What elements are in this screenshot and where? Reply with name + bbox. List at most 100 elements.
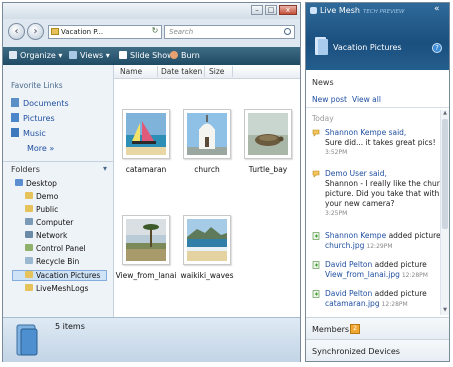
feed-message: David Pelton added picture bbox=[325, 260, 427, 269]
search-placeholder: Search bbox=[169, 28, 194, 36]
tree-item-recycle-bin[interactable]: Recycle Bin bbox=[25, 257, 79, 268]
fav-link-pictures[interactable]: Pictures bbox=[11, 113, 55, 124]
maximize-button[interactable]: □ bbox=[265, 5, 277, 15]
feed-file-row: View_from_lanai.jpg 12:28PM bbox=[325, 270, 428, 279]
tree-item-public[interactable]: Public bbox=[25, 205, 58, 216]
members-section[interactable]: Members 2 bbox=[306, 317, 449, 339]
tree-item-network[interactable]: Network bbox=[25, 231, 67, 242]
folder-icon bbox=[314, 36, 329, 56]
views-button[interactable]: Views ▾ bbox=[69, 50, 110, 62]
column-divider[interactable] bbox=[232, 66, 233, 77]
forward-button[interactable]: › bbox=[27, 23, 44, 40]
feed-author[interactable]: Demo User said, bbox=[325, 169, 387, 178]
file-label-view-from-lanai[interactable]: View_from_lanai bbox=[111, 271, 181, 280]
folder-icon bbox=[25, 284, 33, 291]
file-label-catamaran[interactable]: catamaran bbox=[111, 165, 181, 174]
file-added-icon bbox=[312, 232, 320, 240]
file-thumbnail-view-from-lanai[interactable] bbox=[122, 215, 170, 265]
new-post-link[interactable]: New post bbox=[312, 95, 347, 104]
feed-author[interactable]: Shannon Kempe said, bbox=[325, 128, 406, 137]
tree-item-computer[interactable]: Computer bbox=[25, 218, 73, 229]
help-icon[interactable]: ? bbox=[432, 43, 442, 53]
live-mesh-folder-name: Vacation Pictures bbox=[333, 43, 402, 52]
organize-button[interactable]: Organize ▾ bbox=[9, 50, 62, 62]
synchronized-devices-section[interactable]: Synchronized Devices bbox=[306, 339, 449, 361]
column-header-name[interactable]: Name bbox=[120, 67, 142, 76]
recycle-bin-icon bbox=[25, 257, 33, 264]
chevron-down-icon[interactable]: ▾ bbox=[103, 164, 107, 173]
file-thumbnail-church[interactable] bbox=[183, 109, 231, 159]
scroll-down-icon[interactable]: ▼ bbox=[441, 307, 449, 314]
item-count-text: 5 items bbox=[55, 322, 85, 331]
column-header-date-taken[interactable]: Date taken bbox=[161, 67, 202, 76]
fav-link-music[interactable]: Music bbox=[11, 128, 46, 139]
refresh-icon[interactable]: ↻ bbox=[150, 26, 160, 36]
tree-item-desktop[interactable]: Desktop bbox=[15, 179, 57, 190]
comment-icon bbox=[312, 129, 320, 137]
live-mesh-panel: Live Mesh TECH PREVIEW « Vacation Picture… bbox=[305, 2, 450, 362]
user-folder-icon bbox=[25, 192, 33, 199]
scroll-up-icon[interactable]: ▲ bbox=[441, 110, 449, 117]
folders-header[interactable]: Folders ▾ bbox=[3, 161, 113, 176]
burn-button[interactable]: Burn bbox=[170, 50, 200, 62]
photo-church bbox=[187, 113, 227, 155]
folder-icon bbox=[25, 205, 33, 212]
tree-item-control-panel[interactable]: Control Panel bbox=[25, 244, 86, 255]
news-feed: Today Shannon Kempe said, Sure did... it… bbox=[306, 108, 449, 314]
members-count-badge: 2 bbox=[350, 324, 360, 334]
tree-item-livemeshlogs[interactable]: LiveMeshLogs bbox=[25, 284, 88, 295]
command-toolbar: Organize ▾ Views ▾ Slide Show Burn bbox=[3, 47, 300, 65]
feed-message: Shannon Kempe added picture bbox=[325, 231, 441, 240]
feed-file-link[interactable]: church.jpg bbox=[325, 241, 364, 250]
feed-file-row: catamaran.jpg 12:28PM bbox=[325, 299, 408, 308]
minimize-button[interactable]: – bbox=[251, 5, 263, 15]
close-button[interactable]: x bbox=[279, 5, 297, 15]
feed-timestamp: 12:28PM bbox=[401, 272, 428, 279]
feed-file-link[interactable]: View_from_lanai.jpg bbox=[325, 270, 400, 279]
views-icon bbox=[69, 51, 77, 59]
synchronized-devices-label: Synchronized Devices bbox=[312, 347, 400, 356]
live-mesh-header: Live Mesh TECH PREVIEW « Vacation Picture… bbox=[306, 3, 449, 70]
feed-timestamp: 12:28PM bbox=[381, 301, 408, 308]
feed-author[interactable]: David Pelton bbox=[325, 260, 372, 269]
desktop-icon bbox=[15, 179, 23, 186]
view-all-link[interactable]: View all bbox=[352, 95, 381, 104]
scrollbar-thumb[interactable] bbox=[442, 119, 448, 229]
file-label-church[interactable]: church bbox=[172, 165, 242, 174]
feed-author[interactable]: David Pelton bbox=[325, 289, 372, 298]
address-bar[interactable]: Vacation P... bbox=[48, 25, 162, 39]
title-bar[interactable]: – □ x bbox=[3, 3, 300, 19]
column-header-size[interactable]: Size bbox=[209, 67, 224, 76]
file-label-waikiki-waves[interactable]: waikiki_waves bbox=[172, 271, 242, 280]
search-icon[interactable] bbox=[284, 28, 291, 35]
slideshow-button[interactable]: Slide Show bbox=[119, 50, 174, 62]
file-thumbnail-turtle-bay[interactable] bbox=[244, 109, 292, 159]
navigation-pane: Favorite Links Documents Pictures Music … bbox=[3, 65, 114, 317]
explorer-window: – □ x ‹ › Vacation P... ↻ Search Organiz… bbox=[2, 2, 301, 362]
photo-waikiki-waves bbox=[187, 219, 227, 261]
feed-message: David Pelton added picture bbox=[325, 289, 427, 298]
tree-item-demo[interactable]: Demo bbox=[25, 192, 58, 203]
folder-icon bbox=[25, 271, 33, 278]
feed-file-row: church.jpg 12:29PM bbox=[325, 241, 393, 250]
folder-icon bbox=[15, 323, 39, 357]
column-divider[interactable] bbox=[204, 66, 205, 77]
more-link[interactable]: More » bbox=[27, 144, 54, 153]
pictures-icon bbox=[11, 113, 19, 122]
feed-message: Shannon - I really like the church bbox=[325, 179, 449, 188]
back-button[interactable]: ‹ bbox=[8, 23, 25, 40]
fav-link-documents[interactable]: Documents bbox=[11, 98, 69, 109]
search-input[interactable]: Search bbox=[164, 25, 295, 39]
members-label: Members bbox=[312, 325, 350, 334]
feed-file-link[interactable]: catamaran.jpg bbox=[325, 299, 380, 308]
file-thumbnail-catamaran[interactable] bbox=[122, 109, 170, 159]
organize-icon bbox=[9, 51, 17, 59]
feed-author[interactable]: Shannon Kempe bbox=[325, 231, 386, 240]
feed-scrollbar[interactable]: ▲ ▼ bbox=[440, 110, 449, 315]
column-divider[interactable] bbox=[157, 66, 158, 77]
file-label-turtle-bay[interactable]: Turtle_bay bbox=[233, 165, 303, 174]
collapse-panel-icon[interactable]: « bbox=[434, 4, 440, 14]
file-thumbnail-waikiki-waves[interactable] bbox=[183, 215, 231, 265]
tree-item-vacation-pictures[interactable]: Vacation Pictures bbox=[25, 271, 100, 282]
feed-timestamp: 12:29PM bbox=[366, 243, 393, 250]
